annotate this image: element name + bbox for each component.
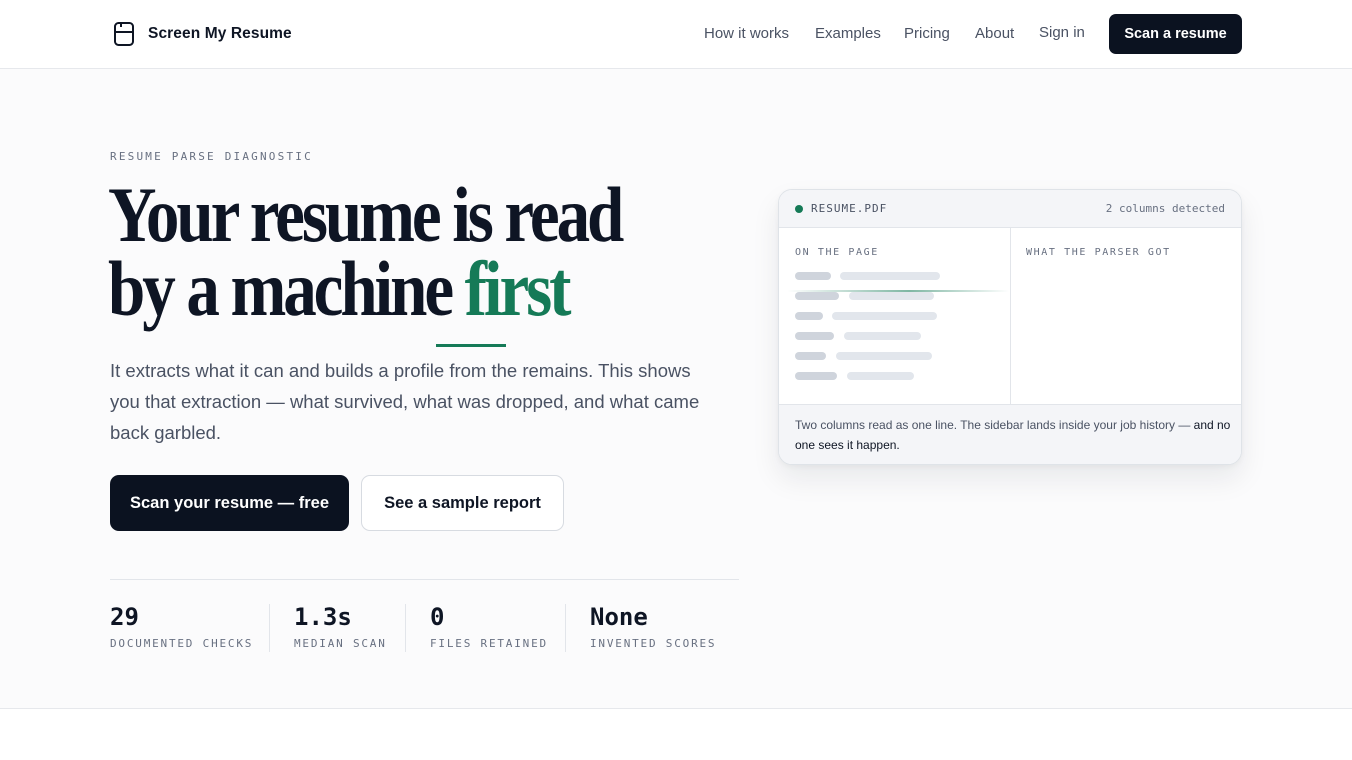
caption-main: Two columns read as one line. The sideba…: [795, 418, 1194, 432]
stat-invented-scores: None INVENTED SCORES: [590, 604, 716, 650]
skeleton-bar: [795, 292, 839, 300]
hero-lede: It extracts what it can and builds a pro…: [110, 360, 700, 443]
brand-name: Screen My Resume: [148, 25, 292, 42]
scan-line: [787, 290, 1009, 292]
columns-detected-badge: 2 columns detected: [1105, 202, 1225, 215]
stat-separator: [269, 604, 270, 652]
next-section: [0, 709, 1352, 760]
skeleton-bar: [849, 292, 934, 300]
skeleton-bar: [795, 372, 837, 380]
skeleton-bar: [840, 272, 940, 280]
skeleton-bar: [847, 372, 914, 380]
stat-label: FILES RETAINED: [430, 637, 548, 650]
stat-value: 1.3s: [294, 603, 352, 631]
stat-documented-checks: 29 DOCUMENTED CHECKS: [110, 604, 253, 650]
column-divider: [1010, 228, 1011, 404]
stat-value: 0: [430, 603, 445, 631]
sample-report-button[interactable]: See a sample report: [361, 475, 564, 531]
skeleton-bar: [832, 312, 937, 320]
scan-resume-button[interactable]: Scan a resume: [1109, 14, 1242, 54]
stat-separator: [405, 604, 406, 652]
stat-value: 29: [110, 603, 139, 631]
card-caption: Two columns read as one line. The sideba…: [779, 404, 1241, 464]
stat-label: DOCUMENTED CHECKS: [110, 637, 254, 650]
nav-how-it-works[interactable]: How it works: [704, 25, 789, 42]
accent-underline: [436, 344, 506, 347]
headline-accent: first: [464, 245, 572, 332]
stat-label: MEDIAN SCAN: [294, 637, 387, 650]
nav-pricing[interactable]: Pricing: [904, 25, 950, 42]
skeleton-bar: [836, 352, 932, 360]
scan-free-button[interactable]: Scan your resume — free: [110, 475, 349, 531]
on-the-page-title: ON THE PAGE: [795, 247, 879, 258]
parse-preview-card: RESUME.PDF 2 columns detected ON THE PAG…: [778, 189, 1242, 465]
document-scan-icon: [114, 22, 134, 46]
card-header: RESUME.PDF 2 columns detected: [779, 190, 1241, 228]
stat-separator: [565, 604, 566, 652]
brand-logo[interactable]: Screen My Resume: [112, 21, 292, 47]
stat-files-retained: 0 FILES RETAINED: [430, 604, 548, 650]
status-dot-icon: [795, 205, 803, 213]
hero-headline: Your resume is read by a machine first: [108, 176, 624, 328]
skeleton-bar: [844, 332, 921, 340]
site-header: Screen My Resume How it works Examples P…: [0, 0, 1352, 69]
hero-eyebrow: RESUME PARSE DIAGNOSTIC: [110, 150, 313, 163]
skeleton-bar: [795, 332, 834, 340]
stat-median-scan: 1.3s MEDIAN SCAN: [294, 604, 387, 650]
parser-got-title: WHAT THE PARSER GOT: [1026, 247, 1171, 258]
skeleton-bar: [795, 312, 823, 320]
stat-value: None: [590, 603, 648, 631]
card-file-name: RESUME.PDF: [811, 202, 888, 215]
nav-examples[interactable]: Examples: [815, 25, 881, 42]
stats-divider-line: [110, 579, 739, 580]
headline-line-2: by a machine: [108, 245, 465, 332]
skeleton-bar: [795, 352, 826, 360]
stat-label: INVENTED SCORES: [590, 637, 717, 650]
nav-sign-in[interactable]: Sign in: [1039, 24, 1085, 41]
skeleton-bar: [795, 272, 831, 280]
caption-text: Two columns read as one line. The sideba…: [795, 415, 1235, 455]
nav-about[interactable]: About: [975, 25, 1014, 42]
